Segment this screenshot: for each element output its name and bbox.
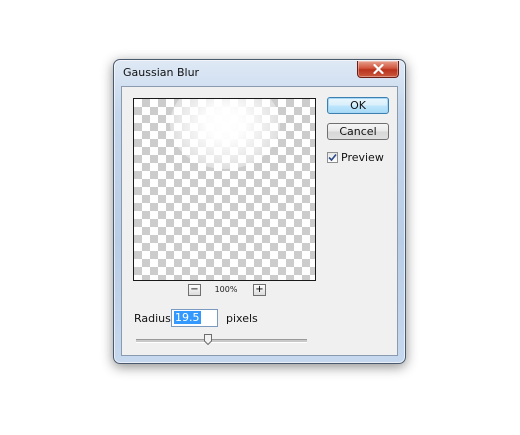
radius-input[interactable]: 19.5 [171, 309, 218, 327]
desktop-background: Gaussian Blur − 100% + OK Cancel Preview… [0, 0, 520, 435]
checkmark-icon [328, 153, 337, 161]
radius-slider-thumb[interactable] [203, 334, 212, 345]
dialog-content: − 100% + OK Cancel Preview Radius: 19.5 … [121, 86, 398, 356]
preview-checkbox[interactable] [327, 151, 338, 163]
radius-slider-track[interactable] [136, 339, 307, 343]
radius-label: Radius: [134, 312, 175, 325]
ok-button[interactable]: OK [327, 97, 389, 114]
preview-label: Preview [341, 150, 384, 164]
zoom-out-button[interactable]: − [188, 284, 201, 296]
radius-unit-label: pixels [226, 312, 258, 325]
preview-toggle[interactable]: Preview [327, 150, 384, 164]
zoom-level-readout: 100% [214, 285, 238, 294]
gaussian-blur-dialog: Gaussian Blur − 100% + OK Cancel Preview… [113, 59, 406, 364]
blurred-glow [170, 99, 280, 169]
close-button[interactable] [357, 61, 399, 78]
blur-preview-canvas[interactable] [133, 98, 316, 281]
cancel-button[interactable]: Cancel [327, 123, 389, 140]
title-bar[interactable]: Gaussian Blur [114, 60, 405, 86]
slider-thumb-icon [203, 334, 212, 345]
zoom-in-button[interactable]: + [253, 284, 266, 296]
radius-value-selected: 19.5 [174, 311, 201, 324]
dialog-title: Gaussian Blur [123, 66, 200, 79]
close-x-icon [372, 64, 384, 74]
